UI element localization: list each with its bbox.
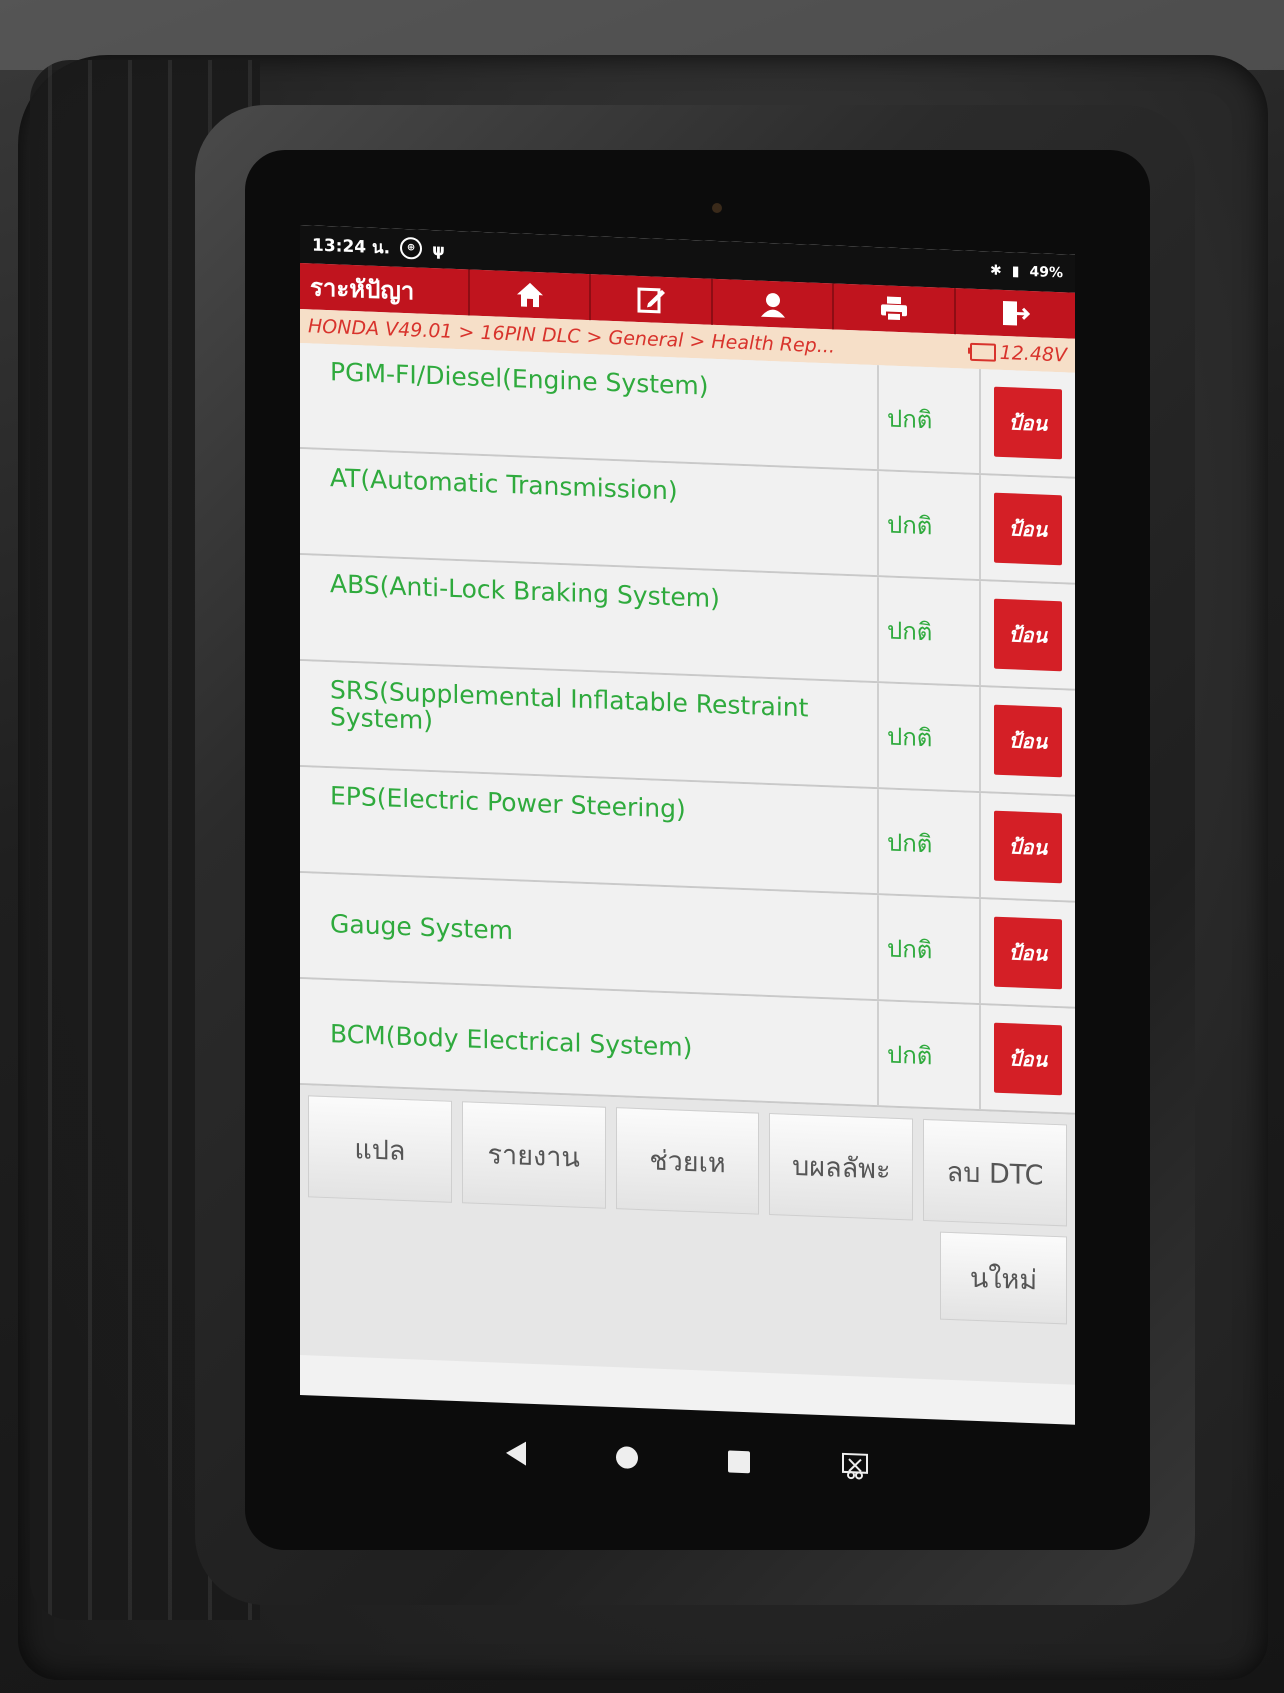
battery-icon: ▮ xyxy=(1011,263,1020,280)
app-title: ราะหัปัญา xyxy=(300,263,470,316)
enter-button[interactable]: ป้อน xyxy=(994,1022,1062,1096)
notification-icon: ⊕ xyxy=(400,236,423,260)
system-name: PGM-FI/Diesel(Engine System) xyxy=(300,343,879,470)
system-status: ปกติ xyxy=(879,683,981,792)
new-button[interactable]: นใหม่ xyxy=(940,1231,1067,1325)
help-button[interactable]: ช่วยเห xyxy=(615,1107,760,1215)
enter-button[interactable]: ป้อน xyxy=(994,598,1062,672)
system-name: SRS(Supplemental Inflatable Restraint Sy… xyxy=(300,661,879,788)
system-name: EPS(Electric Power Steering) xyxy=(300,767,879,894)
system-status: ปกติ xyxy=(879,471,981,580)
camera-icon xyxy=(712,203,722,213)
function-panel: แปล รายงาน ช่วยเห บผลลัพะ ลบ DTC นใหม่ xyxy=(300,1085,1075,1385)
battery-level: 49% xyxy=(1029,264,1063,282)
usb-icon: ψ xyxy=(432,239,445,260)
voltage-value: 12.48V xyxy=(999,341,1067,367)
system-name: ABS(Anti-Lock Braking System) xyxy=(300,555,879,682)
recent-apps-icon[interactable] xyxy=(727,1450,750,1474)
voltage-readout: 12.48V xyxy=(969,341,1067,367)
enter-button[interactable]: ป้อน xyxy=(994,916,1062,990)
system-list: PGM-FI/Diesel(Engine System) ปกติ ป้อน A… xyxy=(300,343,1075,1115)
system-status: ปกติ xyxy=(879,365,981,474)
edit-button[interactable] xyxy=(591,274,713,325)
enter-button[interactable]: ป้อน xyxy=(994,492,1062,566)
status-time: 13:24 น. xyxy=(312,234,391,258)
home-icon xyxy=(516,282,543,308)
screenshot-icon[interactable] xyxy=(840,1451,870,1482)
battery-voltage-icon xyxy=(969,342,996,362)
home-button[interactable] xyxy=(470,269,592,321)
system-name: BCM(Body Electrical System) xyxy=(300,979,879,1106)
enter-button[interactable]: ป้อน xyxy=(994,704,1062,778)
system-status: ปกติ xyxy=(879,789,981,898)
report-button[interactable]: รายงาน xyxy=(461,1101,606,1209)
clear-dtc-button[interactable]: ลบ DTC xyxy=(923,1118,1067,1227)
home-circle-icon[interactable] xyxy=(615,1446,638,1469)
system-status: ปกติ xyxy=(879,1001,981,1110)
user-icon xyxy=(760,293,785,318)
exit-icon xyxy=(1003,301,1031,326)
results-button[interactable]: บผลลัพะ xyxy=(769,1113,914,1221)
translate-button[interactable]: แปล xyxy=(308,1095,452,1203)
print-button[interactable] xyxy=(834,283,956,335)
system-status: ปกติ xyxy=(879,895,981,1004)
exit-button[interactable] xyxy=(956,288,1075,339)
printer-icon xyxy=(880,296,907,323)
back-icon[interactable] xyxy=(505,1440,526,1466)
edit-icon xyxy=(637,287,666,314)
bluetooth-icon: ✱ xyxy=(990,262,1002,279)
user-button[interactable] xyxy=(712,278,835,330)
enter-button[interactable]: ป้อน xyxy=(994,810,1062,884)
tablet-screen: 13:24 น. ⊕ ψ ✱ ▮ 49% ราะหัปัญา HONDA V49… xyxy=(300,225,1075,1425)
system-status: ปกติ xyxy=(879,577,981,686)
system-name: Gauge System xyxy=(300,873,879,1000)
system-name: AT(Automatic Transmission) xyxy=(300,449,879,576)
enter-button[interactable]: ป้อน xyxy=(994,386,1062,460)
